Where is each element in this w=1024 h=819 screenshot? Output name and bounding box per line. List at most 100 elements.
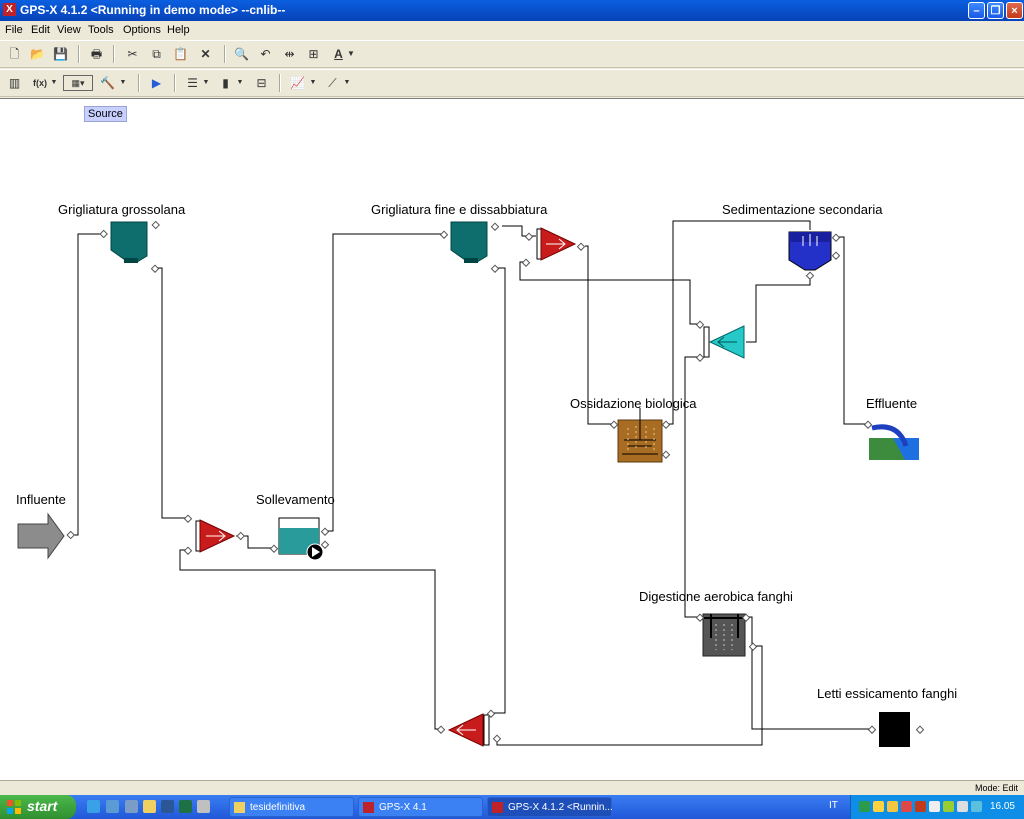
word-icon[interactable] — [161, 800, 174, 813]
influent-arrow-icon — [17, 512, 65, 560]
connection-line — [491, 267, 506, 714]
tooltip: Source — [84, 106, 127, 122]
port-diamond — [320, 527, 330, 536]
port-diamond — [915, 725, 925, 734]
messenger-icon[interactable] — [971, 801, 982, 812]
drying-beds-icon — [879, 712, 910, 747]
port-diamond — [99, 229, 108, 239]
port-diamond — [661, 450, 671, 459]
port-diamond — [151, 220, 160, 230]
port-diamond — [748, 642, 758, 651]
antivirus-icon[interactable] — [901, 801, 912, 812]
connection-line — [838, 236, 868, 425]
pumping-station-icon — [278, 517, 324, 561]
outlook-icon[interactable] — [125, 800, 138, 813]
start-label: start — [27, 798, 58, 814]
splitter-icon — [447, 713, 490, 747]
port-diamond — [436, 725, 446, 734]
port-diamond — [695, 353, 705, 362]
label-sollevamento[interactable]: Sollevamento — [256, 492, 335, 507]
port-diamond — [863, 420, 873, 429]
port-diamond — [524, 232, 534, 241]
digester-icon — [702, 613, 746, 657]
port-diamond — [576, 242, 586, 251]
label-digestione[interactable]: Digestione aerobica fanghi — [639, 589, 793, 604]
system-tray: 16.05 — [850, 795, 1024, 819]
task-button-gpsx[interactable]: GPS-X 4.1 — [358, 797, 483, 817]
document-icon[interactable] — [197, 800, 210, 813]
connection-ports — [66, 220, 925, 743]
port-diamond — [805, 271, 815, 280]
label-grigliatura-grossolana[interactable]: Grigliatura grossolana — [58, 202, 186, 217]
port-diamond — [609, 420, 619, 429]
connection-line — [746, 275, 811, 343]
warning-icon[interactable] — [887, 801, 898, 812]
port-diamond — [492, 734, 502, 743]
label-letti[interactable]: Letti essicamento fanghi — [817, 686, 957, 701]
task-label: GPS-X 4.1 — [379, 802, 427, 813]
port-diamond — [867, 725, 877, 734]
folder-icon — [234, 802, 245, 813]
clock: 16.05 — [989, 801, 1015, 812]
mixer-icon — [703, 325, 745, 359]
excel-icon[interactable] — [179, 800, 192, 813]
label-sedimentazione[interactable]: Sedimentazione secondaria — [722, 202, 883, 217]
port-diamond — [831, 233, 841, 242]
network-icon[interactable] — [859, 801, 870, 812]
connection-line — [496, 645, 763, 746]
windows-taskbar: start tesidefinitiva GPS-X 4.1 GPS-X 4.1… — [0, 795, 1024, 819]
port-diamond — [183, 546, 193, 555]
label-grigliatura-fine[interactable]: Grigliatura fine e dissabbiatura — [371, 202, 548, 217]
port-diamond — [490, 222, 500, 231]
media-icon[interactable] — [106, 800, 119, 813]
effluent-icon — [869, 424, 919, 460]
connection-line — [325, 233, 444, 532]
connection-line — [179, 549, 441, 730]
language-indicator[interactable]: IT — [829, 800, 838, 811]
port-diamond — [695, 320, 705, 329]
port-diamond — [320, 540, 330, 549]
port-diamond — [183, 514, 193, 523]
label-effluente[interactable]: Effluente — [866, 396, 917, 411]
gpsx-app-icon — [363, 802, 374, 813]
port-diamond — [661, 420, 671, 429]
ie-icon[interactable] — [87, 800, 100, 813]
gpsx-tray-icon[interactable] — [915, 801, 926, 812]
coarse-screen-icon — [110, 221, 148, 263]
label-influente[interactable]: Influente — [16, 492, 66, 507]
port-diamond — [269, 544, 279, 553]
connection-line — [155, 267, 188, 519]
connection-line — [666, 220, 811, 425]
port-diamond — [66, 530, 75, 540]
port-diamond — [831, 251, 841, 260]
windows-flag-icon — [7, 800, 21, 814]
task-button-folder[interactable]: tesidefinitiva — [229, 797, 354, 817]
port-diamond — [439, 230, 449, 239]
task-label: tesidefinitiva — [250, 802, 306, 813]
splitter-icon — [195, 519, 236, 553]
mode-indicator: Mode: Edit — [974, 783, 1018, 793]
port-diamond — [490, 264, 500, 273]
volume-icon[interactable] — [957, 801, 968, 812]
clarifier-icon — [788, 231, 832, 271]
aeration-tank-icon — [617, 408, 663, 463]
task-button-gpsx-running[interactable]: GPS-X 4.1.2 <Runnin... — [487, 797, 613, 817]
port-diamond — [150, 264, 160, 273]
fine-screen-icon — [450, 221, 488, 263]
port-diamond — [695, 613, 705, 622]
label-ossidazione[interactable]: Ossidazione biologica — [570, 396, 697, 411]
splitter-icon — [536, 227, 577, 261]
start-button[interactable]: start — [0, 795, 76, 819]
task-label: GPS-X 4.1.2 <Runnin... — [508, 802, 613, 813]
update-icon[interactable] — [943, 801, 954, 812]
process-diagram: Influente Grigliatura grossolana Solleva… — [16, 202, 957, 747]
port-diamond — [236, 531, 245, 541]
usb-icon[interactable] — [929, 801, 940, 812]
connection-line — [71, 233, 103, 536]
security-icon[interactable] — [873, 801, 884, 812]
connection-line — [746, 616, 872, 730]
folder-icon[interactable] — [143, 800, 156, 813]
port-diamond — [521, 258, 531, 267]
status-bar: Mode: Edit — [0, 780, 1024, 796]
gpsx-app-icon — [492, 802, 503, 813]
